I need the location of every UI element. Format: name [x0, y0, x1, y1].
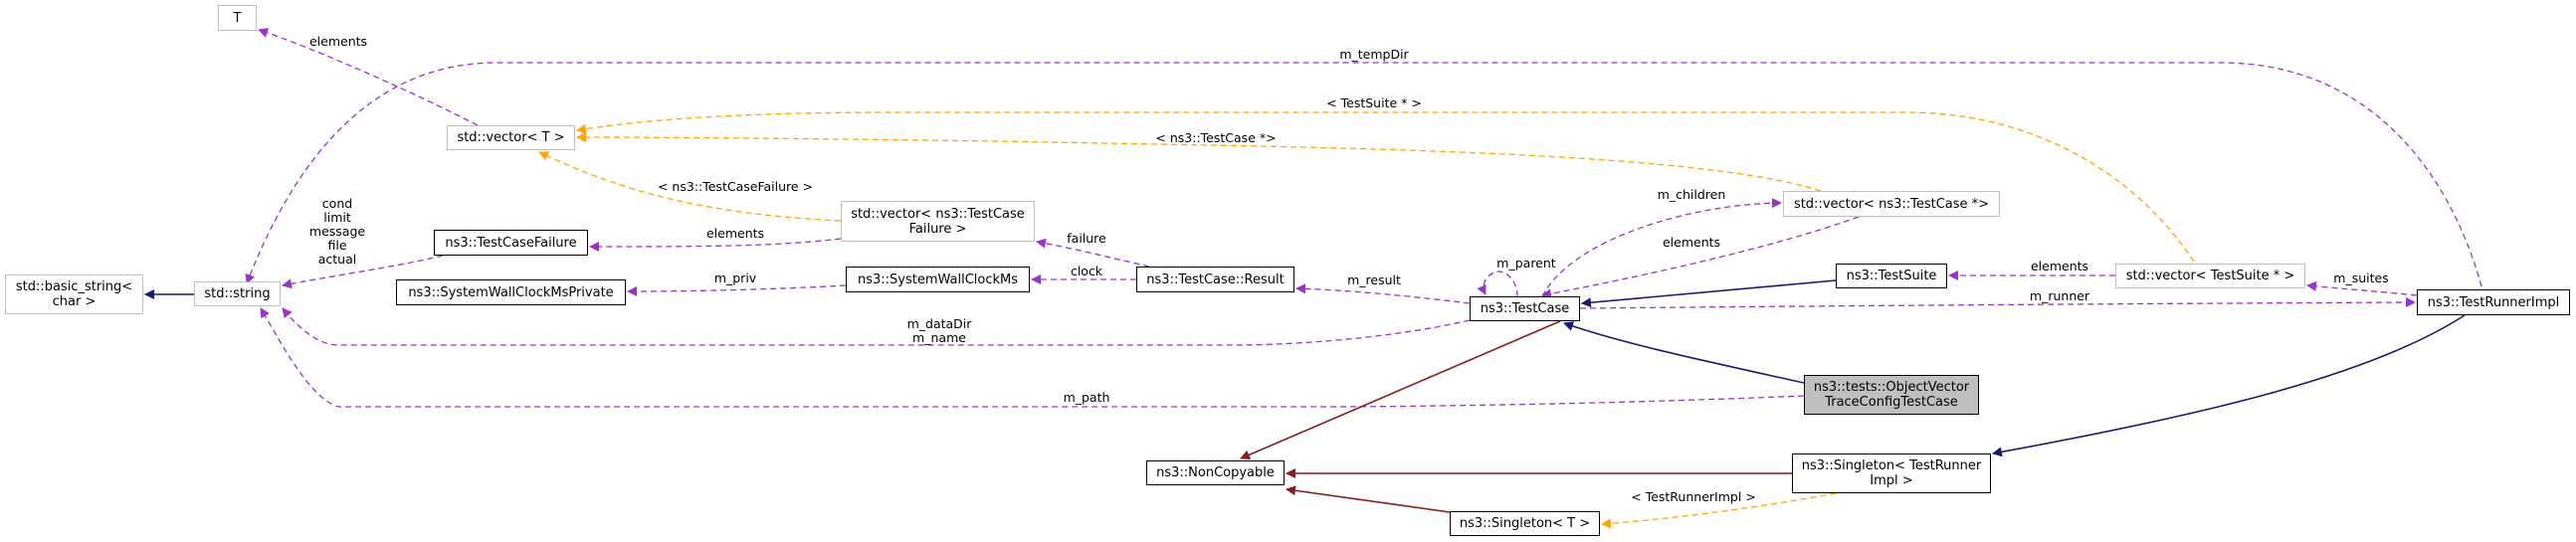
edge-label: m_priv [713, 271, 757, 285]
node-vecTC[interactable]: std::vector< ns3::TestCase *> [1783, 191, 2000, 217]
node-noncopy[interactable]: ns3::NonCopyable [1146, 460, 1285, 485]
edge-label: < ns3::TestCase *> [1155, 130, 1277, 145]
node-swc[interactable]: ns3::SystemWallClockMs [846, 267, 1030, 292]
edge-label: m_parent [1496, 256, 1556, 271]
node-string[interactable]: std::string [194, 281, 281, 306]
edge-testcase-to-testcase [1477, 271, 1518, 297]
node-vecTCF[interactable]: std::vector< ns3::TestCase Failure > [841, 201, 1035, 242]
edge-label: elements [308, 34, 368, 49]
edge-label: < TestSuite * > [1326, 95, 1422, 110]
node-T[interactable]: T [218, 5, 257, 31]
edge-label: cond limit message file actual [308, 196, 366, 267]
edge-suite-to-testcase [1581, 279, 1837, 308]
edge-testcase-to-result [1295, 283, 1471, 304]
edge-label: m_path [1063, 390, 1110, 405]
edge-objvec-to-string [260, 307, 1805, 408]
edge-label: < ns3::TestCaseFailure > [657, 179, 814, 194]
edge-objvec-to-testcase [1563, 321, 1805, 384]
node-runner[interactable]: ns3::TestRunnerImpl [2417, 289, 2570, 315]
node-objvec: ns3::tests::ObjectVector TraceConfigTest… [1804, 375, 1979, 415]
edge-label: m_tempDir [1339, 47, 1409, 62]
edge-label: m_runner [2029, 288, 2090, 303]
node-tcf[interactable]: ns3::TestCaseFailure [434, 230, 588, 256]
edge-vecT-to-T [258, 28, 479, 126]
edge-label: m_children [1657, 187, 1726, 202]
node-testcase[interactable]: ns3::TestCase [1470, 296, 1580, 321]
node-singT[interactable]: ns3::Singleton< T > [1450, 511, 1600, 536]
edge-vecTC-to-testcase [1541, 216, 1860, 299]
edge-runner-to-singTR [1992, 314, 2466, 457]
edge-label: < TestRunnerImpl > [1631, 489, 1756, 504]
edge-singT-to-noncopy [1286, 485, 1451, 513]
edge-label: elements [1662, 235, 1721, 250]
edge-vecTS-to-vecT [576, 111, 2195, 263]
collaboration-diagram: elements m_tempDir < TestSuite * > < ns3::T… [0, 0, 2576, 542]
edge-label: failure [1067, 231, 1106, 246]
edge-label: elements [2030, 259, 2089, 273]
edge-swc-to-swcp [627, 284, 847, 296]
edge-runner-to-vecTS [2306, 280, 2418, 296]
node-vecTS[interactable]: std::vector< TestSuite * > [2115, 264, 2305, 288]
node-singTR[interactable]: ns3::Singleton< TestRunner Impl > [1792, 453, 1991, 493]
node-swcp[interactable]: ns3::SystemWallClockMsPrivate [396, 279, 626, 305]
edge-label: m_suites [2333, 271, 2389, 285]
node-suite[interactable]: ns3::TestSuite [1836, 264, 1947, 288]
edge-label: elements [705, 226, 765, 241]
node-basic[interactable]: std::basic_string< char > [5, 274, 143, 314]
edge-testcase-to-vecTC [1541, 198, 1782, 297]
edge-testcase-to-runner [1579, 297, 2416, 309]
edge-label: m_result [1347, 272, 1401, 287]
edge-label: clock [1070, 264, 1103, 278]
node-result[interactable]: ns3::TestCase::Result [1136, 267, 1294, 292]
edge-label: m_dataDir m_name [906, 316, 972, 345]
node-vecT[interactable]: std::vector< T > [447, 125, 575, 150]
edge-testcase-to-noncopy [1240, 320, 1561, 460]
edge-testcase-to-string [282, 307, 1471, 346]
